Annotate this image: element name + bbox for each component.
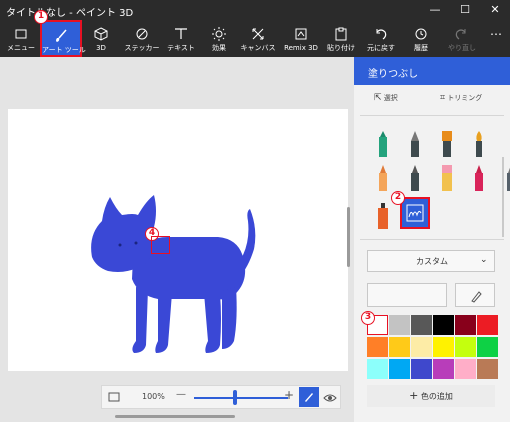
color-swatch[interactable]: [389, 337, 410, 357]
color-hex-field[interactable]: [367, 283, 447, 307]
pencil-tool[interactable]: [402, 163, 428, 193]
drawing-canvas[interactable]: [8, 109, 348, 371]
fill-tool[interactable]: [400, 197, 430, 229]
ribbon-toolbar: メニュー アート ツール 3D ステッカー テキスト 効果 キャンバス Remi…: [0, 20, 510, 57]
redo-icon: [455, 29, 466, 40]
color-swatch[interactable]: [367, 359, 388, 379]
pencil-icon: [305, 393, 313, 402]
effects-icon: [212, 27, 226, 41]
ribbon-sticker-button[interactable]: ステッカー: [122, 20, 162, 57]
paste-icon: [335, 27, 347, 41]
watercolor-tool[interactable]: [466, 129, 492, 159]
fill-bucket-icon: [406, 204, 424, 222]
zoom-value: 100%: [142, 392, 165, 401]
color-swatch[interactable]: [433, 337, 454, 357]
ribbon-effects-button[interactable]: 効果: [204, 20, 234, 57]
zoom-slider-track[interactable]: [194, 397, 288, 399]
remix-icon: [295, 28, 307, 40]
title-bar: タイトルなし - ペイント 3D — ☐ ✕: [0, 0, 510, 20]
pixel-pen-tool[interactable]: [370, 163, 396, 193]
vertical-scrollbar[interactable]: [347, 207, 350, 267]
color-swatch[interactable]: [433, 359, 454, 379]
brush-icon: [56, 29, 67, 42]
color-swatch[interactable]: [411, 315, 432, 335]
close-button[interactable]: ✕: [480, 0, 510, 20]
ribbon-redo-button[interactable]: やり直し: [446, 20, 478, 57]
color-swatch[interactable]: [411, 359, 432, 379]
horizontal-scrollbar[interactable]: [115, 415, 235, 418]
crop-icon: ⌗: [440, 93, 446, 103]
color-swatch[interactable]: [477, 359, 498, 379]
spray-can-tool[interactable]: [370, 201, 396, 231]
crop-button[interactable]: ⌗ トリミング: [440, 93, 482, 103]
history-icon: [415, 28, 427, 40]
zoom-slider-thumb[interactable]: [233, 390, 237, 405]
annotation-3: 3: [361, 311, 375, 325]
ribbon-art-tools-button[interactable]: アート ツール: [40, 20, 86, 57]
color-swatch[interactable]: [367, 337, 388, 357]
crayon-tool[interactable]: [466, 163, 492, 193]
color-swatch[interactable]: [455, 337, 476, 357]
text-icon: [175, 28, 187, 39]
edit-view-toggle[interactable]: [299, 387, 319, 407]
color-swatch[interactable]: [433, 315, 454, 335]
ribbon-paste-button[interactable]: 貼り付け: [324, 20, 358, 57]
zoom-in-button[interactable]: +: [284, 388, 294, 402]
divider: [360, 115, 504, 116]
eyedropper-button[interactable]: [455, 283, 495, 307]
fit-view-icon[interactable]: [108, 391, 120, 403]
color-swatch[interactable]: [477, 337, 498, 357]
marker-tool[interactable]: [370, 129, 396, 159]
color-swatch[interactable]: [477, 315, 498, 335]
canvas-icon: [252, 28, 264, 40]
chevron-down-icon: ⌄: [480, 255, 488, 265]
panel-scrollbar[interactable]: [502, 157, 504, 237]
color-swatch[interactable]: [455, 315, 476, 335]
cursor-icon: ⇱: [374, 93, 382, 103]
side-panel: 塗りつぶし ⇱ 選択 ⌗ トリミング カスタム ⌄ + 色の追加: [354, 57, 510, 422]
select-button[interactable]: ⇱ 選択: [374, 93, 398, 103]
ribbon-history-button[interactable]: 履歴: [408, 20, 434, 57]
undo-icon: [376, 29, 387, 40]
color-swatch[interactable]: [389, 359, 410, 379]
panel-title: 塗りつぶし: [354, 57, 510, 85]
calligraphy-pen-tool[interactable]: [402, 129, 428, 159]
eyedropper-icon: [471, 291, 482, 303]
ribbon-text-button[interactable]: テキスト: [164, 20, 198, 57]
ribbon-menu-button[interactable]: メニュー: [4, 20, 38, 57]
sticker-icon: [136, 28, 148, 40]
oil-brush-tool[interactable]: [434, 129, 460, 159]
divider: [360, 239, 504, 240]
cat-model[interactable]: [8, 109, 348, 371]
ribbon-undo-button[interactable]: 元に戻す: [364, 20, 398, 57]
more-options-button[interactable]: ⋯: [486, 20, 506, 57]
fill-type-dropdown[interactable]: カスタム ⌄: [367, 250, 495, 272]
spray-tool[interactable]: [498, 163, 510, 193]
color-swatch[interactable]: [389, 315, 410, 335]
eraser-tool[interactable]: [434, 163, 460, 193]
zoom-out-button[interactable]: —: [176, 389, 186, 400]
ribbon-3d-button[interactable]: 3D: [86, 20, 116, 57]
highlight-box-4: [151, 236, 170, 254]
annotation-2: 2: [391, 191, 405, 205]
canvas-area[interactable]: [0, 57, 354, 422]
window-title: タイトルなし - ペイント 3D: [6, 8, 134, 19]
eye-icon[interactable]: [323, 392, 337, 404]
annotation-1: 1: [34, 10, 48, 24]
minimize-button[interactable]: —: [420, 0, 450, 20]
cube-icon: [94, 27, 108, 41]
zoom-bar: 100% — +: [101, 385, 341, 409]
folder-icon: [15, 29, 27, 39]
ribbon-remix3d-button[interactable]: Remix 3D: [282, 20, 320, 57]
color-swatch[interactable]: [411, 337, 432, 357]
ribbon-canvas-button[interactable]: キャンバス: [236, 20, 280, 57]
maximize-button[interactable]: ☐: [450, 0, 480, 20]
color-swatch[interactable]: [455, 359, 476, 379]
add-color-button[interactable]: + 色の追加: [367, 385, 495, 407]
